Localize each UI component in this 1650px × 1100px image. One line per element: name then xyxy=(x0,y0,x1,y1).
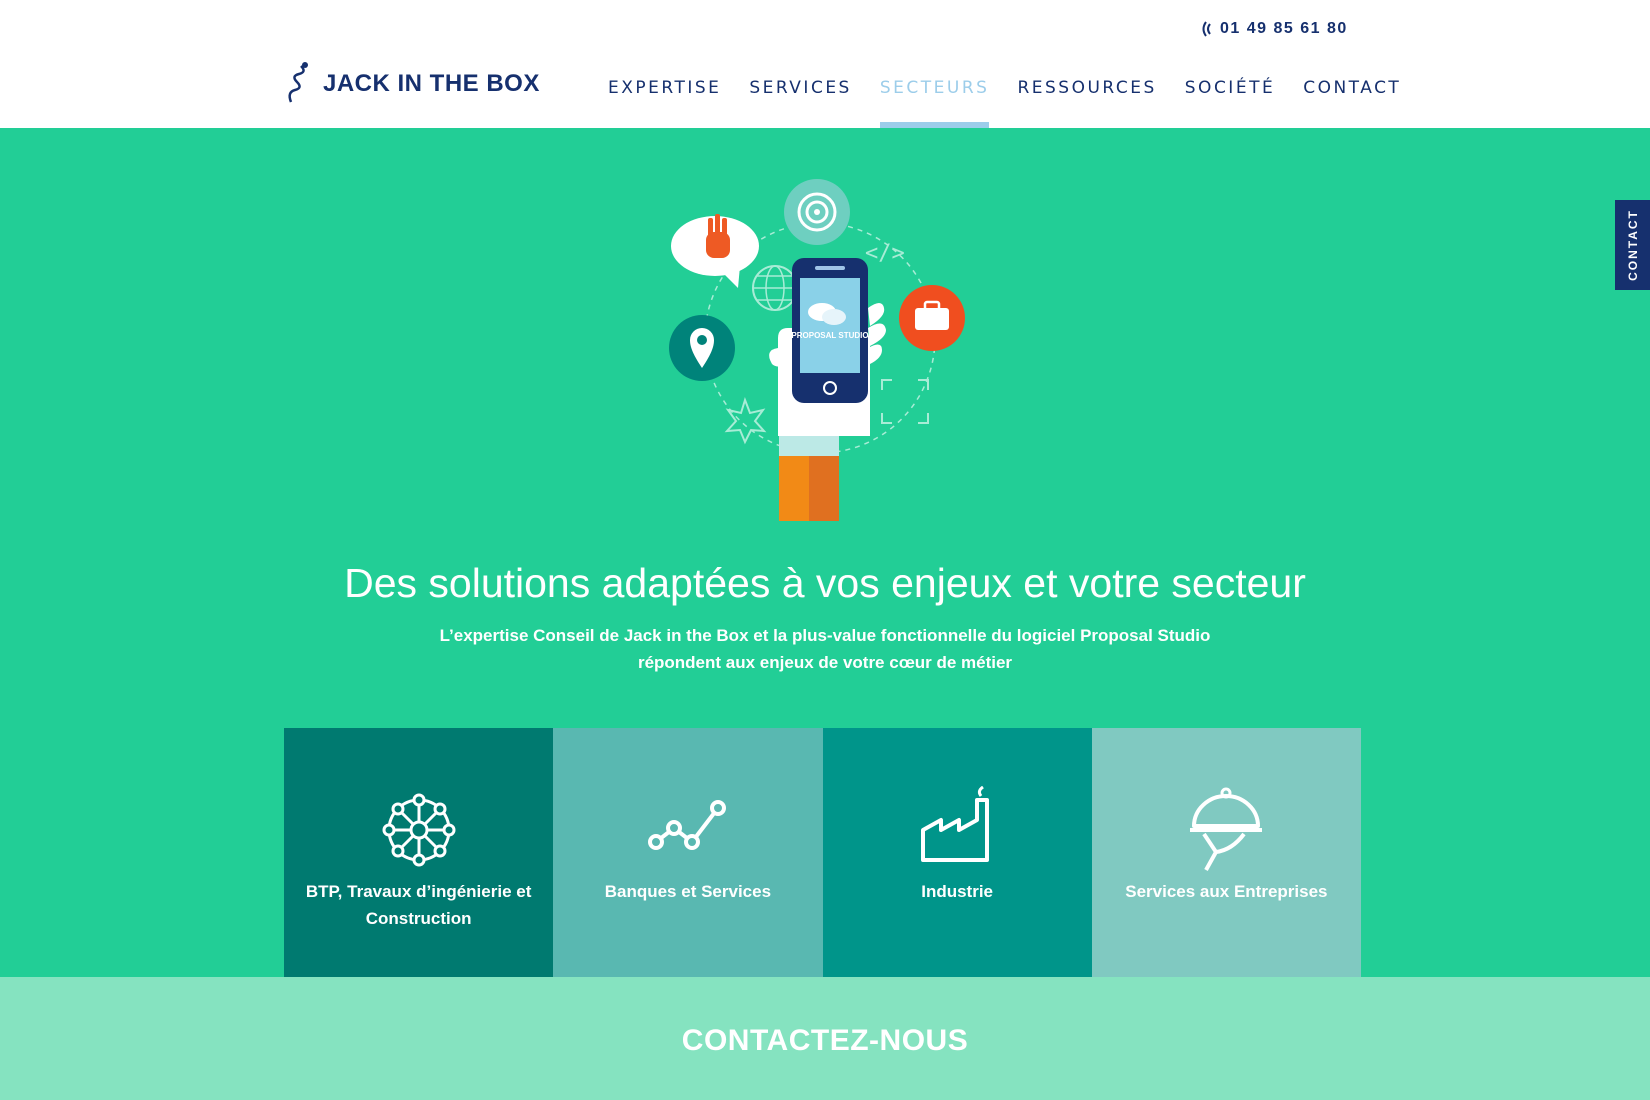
hero-section: </> PROPOSAL STUDIO Des solutions adapté… xyxy=(0,128,1650,977)
nav-societe[interactable]: SOCIÉTÉ xyxy=(1171,78,1289,128)
logo-spring-icon xyxy=(288,62,308,103)
side-contact-tab[interactable]: CONTACT xyxy=(1615,200,1650,290)
nav-expertise[interactable]: EXPERTISE xyxy=(594,78,735,128)
burst-icon xyxy=(724,396,767,445)
illustration-label: PROPOSAL STUDIO xyxy=(791,331,868,340)
briefcase-icon xyxy=(899,285,965,351)
hero-illustration: </> PROPOSAL STUDIO xyxy=(669,179,965,521)
site-logo[interactable]: JACK IN THE BOX xyxy=(285,62,540,106)
location-pin-icon xyxy=(669,315,735,381)
globe-icon xyxy=(752,265,798,311)
sector-tile-btp[interactable]: BTP, Travaux d’ingénierie et Constructio… xyxy=(284,728,554,977)
site-header: 01 49 85 61 80 JACK IN THE BOX EXPERTISE… xyxy=(0,0,1650,128)
sector-label: BTP, Travaux d’ingénierie et Constructio… xyxy=(305,882,532,928)
nav-contact[interactable]: CONTACT xyxy=(1289,78,1415,128)
nav-secteurs[interactable]: SECTEURS xyxy=(866,78,1004,128)
trend-icon xyxy=(647,800,726,850)
contact-band: CONTACTEZ-NOUS xyxy=(0,977,1650,1100)
main-nav: EXPERTISE SERVICES SECTEURS RESSOURCES S… xyxy=(594,78,1415,128)
nav-services[interactable]: SERVICES xyxy=(735,78,865,128)
target-icon xyxy=(784,179,850,245)
focus-frame-icon xyxy=(881,379,929,424)
sector-label: Industrie xyxy=(921,882,994,901)
sector-label: Services aux Entreprises xyxy=(1125,882,1328,901)
logo-text: JACK IN THE BOX xyxy=(323,70,540,97)
hero-subtitle-line2: répondent aux enjeux de votre cœur de mé… xyxy=(637,653,1013,672)
phone-number: 01 49 85 61 80 xyxy=(1220,20,1348,37)
factory-icon xyxy=(921,786,990,862)
cloche-icon xyxy=(1190,787,1263,871)
code-icon: </> xyxy=(865,241,905,266)
sector-tiles: BTP, Travaux d’ingénierie et Constructio… xyxy=(284,728,1361,977)
wheel-icon xyxy=(382,793,456,867)
hand-stop-icon xyxy=(671,214,759,288)
phone-signal-icon xyxy=(1202,21,1211,37)
phone-contact[interactable]: 01 49 85 61 80 xyxy=(1200,20,1348,38)
sector-tile-industrie[interactable]: Industrie xyxy=(822,728,1092,977)
smartphone-icon: PROPOSAL STUDIO xyxy=(791,258,869,403)
nav-ressources[interactable]: RESSOURCES xyxy=(1003,78,1170,128)
sector-tile-entreprises[interactable]: Services aux Entreprises xyxy=(1091,728,1361,977)
sector-tile-banques[interactable]: Banques et Services xyxy=(553,728,823,977)
side-contact-label: CONTACT xyxy=(1625,209,1640,281)
sector-label: Banques et Services xyxy=(604,882,772,901)
hero-title: Des solutions adaptées à vos enjeux et v… xyxy=(344,560,1306,606)
contact-us-link[interactable]: CONTACTEZ-NOUS xyxy=(0,1024,1650,1058)
hero-subtitle: L’expertise Conseil de Jack in the Box e… xyxy=(425,622,1225,676)
hero-subtitle-line1: L’expertise Conseil de Jack in the Box e… xyxy=(439,626,1211,645)
